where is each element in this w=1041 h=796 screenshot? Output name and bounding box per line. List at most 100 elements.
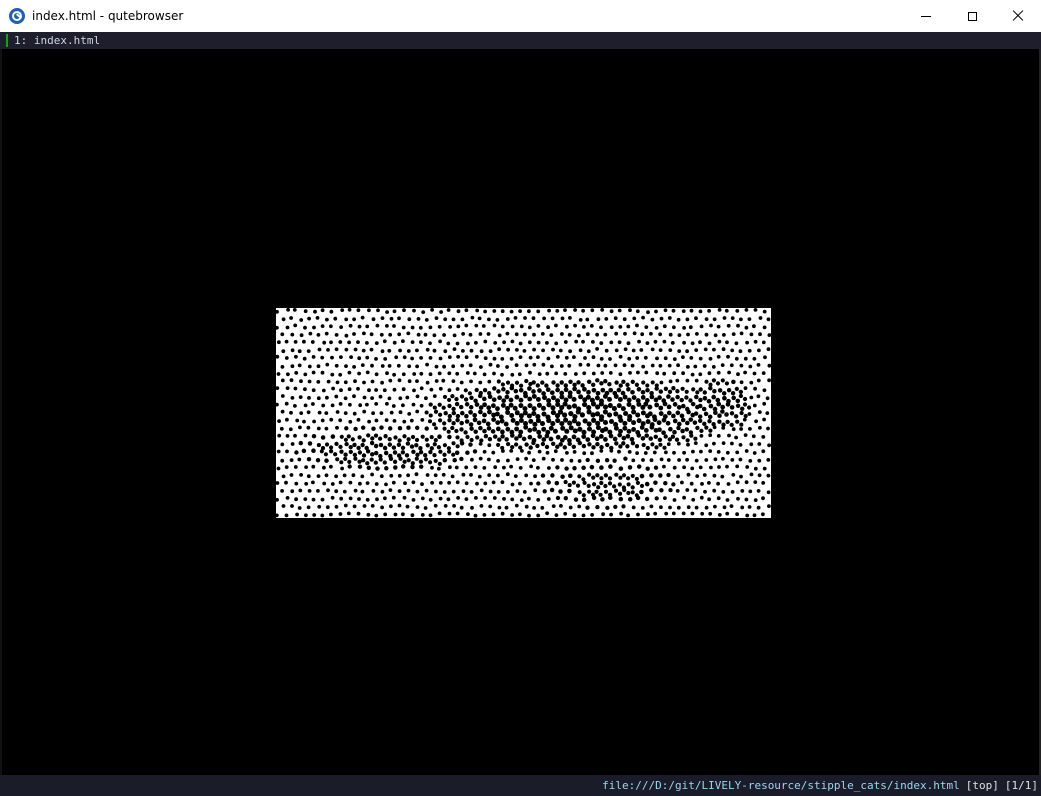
stipple-dot [324, 411, 329, 415]
stipple-dot [707, 481, 711, 485]
stipple-dot [299, 379, 303, 384]
close-button[interactable] [995, 0, 1041, 32]
stipple-dot [286, 372, 290, 377]
stipple-dot [697, 414, 703, 419]
stipple-dot [563, 496, 568, 501]
stipple-dot [547, 308, 551, 313]
stipple-dot [679, 397, 684, 403]
stipple-dot [704, 443, 709, 448]
maximize-button[interactable] [949, 0, 995, 32]
stipple-dot [605, 505, 610, 511]
stipple-dot [585, 317, 590, 322]
stipple-dot [545, 511, 549, 516]
stipple-dot [393, 465, 398, 470]
stipple-dot [373, 433, 379, 438]
page-content[interactable] [2, 49, 1039, 775]
stipple-dot [325, 505, 330, 510]
stipple-dot [496, 379, 501, 384]
stipple-dot [541, 456, 546, 461]
stipple-dot [353, 426, 358, 432]
stipple-dot [492, 496, 497, 500]
stipple-dot [712, 425, 717, 430]
stipple-dot [554, 480, 560, 486]
stipple-dot [284, 480, 288, 485]
stipple-dot [439, 310, 443, 314]
stipple-dot [496, 490, 501, 494]
stipple-dot [554, 371, 559, 376]
stipple-dot [330, 482, 335, 486]
stipple-dot [617, 432, 623, 438]
stipple-dot [716, 354, 721, 359]
stipple-dot [432, 452, 437, 458]
stipple-dot [757, 473, 762, 478]
stipple-dot [654, 496, 659, 501]
stipple-dot [595, 473, 600, 478]
stipple-dot [373, 443, 379, 449]
stipple-dot [443, 411, 448, 416]
stipple-dot [545, 450, 550, 455]
stipple-dot [401, 403, 405, 408]
stipple-dot [566, 404, 572, 410]
stipple-dot [767, 378, 771, 383]
stipple-dot [434, 379, 439, 383]
stipple-dot [284, 356, 289, 360]
stipple-dot [524, 442, 529, 447]
stipple-dot [735, 309, 740, 313]
stipple-dot [442, 490, 447, 494]
stipple-dot [276, 481, 280, 485]
stipple-dot [545, 341, 549, 345]
stipple-dot [374, 513, 379, 518]
stipple-dot [365, 402, 369, 407]
stipple-dot [509, 385, 515, 391]
stipple-dot [356, 308, 361, 313]
stipple-dot [550, 364, 554, 369]
stipple-dot [602, 404, 609, 410]
stipple-dot [749, 472, 754, 477]
stipple-dot [754, 419, 758, 424]
stipple-dot [623, 331, 627, 336]
stipple-dot [545, 387, 551, 393]
stipple-dot [753, 466, 758, 471]
stipple-dot [338, 480, 343, 485]
stipple-dot [562, 401, 568, 407]
stipple-dot [360, 442, 365, 448]
stipple-dot [677, 349, 682, 353]
stipple-dot [324, 442, 330, 447]
stipple-dot [627, 450, 632, 454]
stipple-dot [598, 401, 604, 407]
tab-index-html[interactable]: 1: index.html [0, 32, 100, 49]
stipple-dot [721, 426, 726, 430]
stipple-dot [608, 418, 615, 425]
stipple-dot [479, 488, 484, 493]
stipple-dot [546, 480, 551, 485]
stipple-dot [391, 495, 396, 500]
stipple-dot [424, 410, 429, 415]
stipple-dot [373, 460, 378, 465]
stipple-dot [668, 426, 673, 432]
stipple-dot [559, 504, 563, 508]
stipple-dot [427, 419, 433, 424]
stipple-dot [666, 410, 672, 416]
stipple-dot [571, 444, 577, 450]
stipple-dot [316, 426, 321, 431]
stipple-dot [383, 512, 388, 517]
stipple-dot [297, 457, 302, 462]
stipple-dot [432, 348, 437, 353]
stipple-dot [299, 411, 304, 415]
stipple-dot [675, 410, 681, 416]
stipple-dot [501, 449, 505, 453]
stipple-dot [343, 503, 348, 508]
stipple-dot [587, 489, 592, 494]
stipple-dot [565, 324, 569, 329]
stipple-dot [428, 497, 433, 502]
stipple-dot [496, 473, 500, 478]
stipple-dot [438, 496, 443, 501]
stipple-dot [361, 348, 366, 353]
minimize-button[interactable] [903, 0, 949, 32]
title-bar[interactable]: index.html - qutebrowser [0, 0, 1041, 32]
stipple-dot [361, 458, 366, 463]
stipple-dot [643, 451, 648, 455]
stipple-dot [758, 316, 763, 320]
stipple-dot [688, 417, 694, 422]
stipple-dot [631, 395, 637, 401]
